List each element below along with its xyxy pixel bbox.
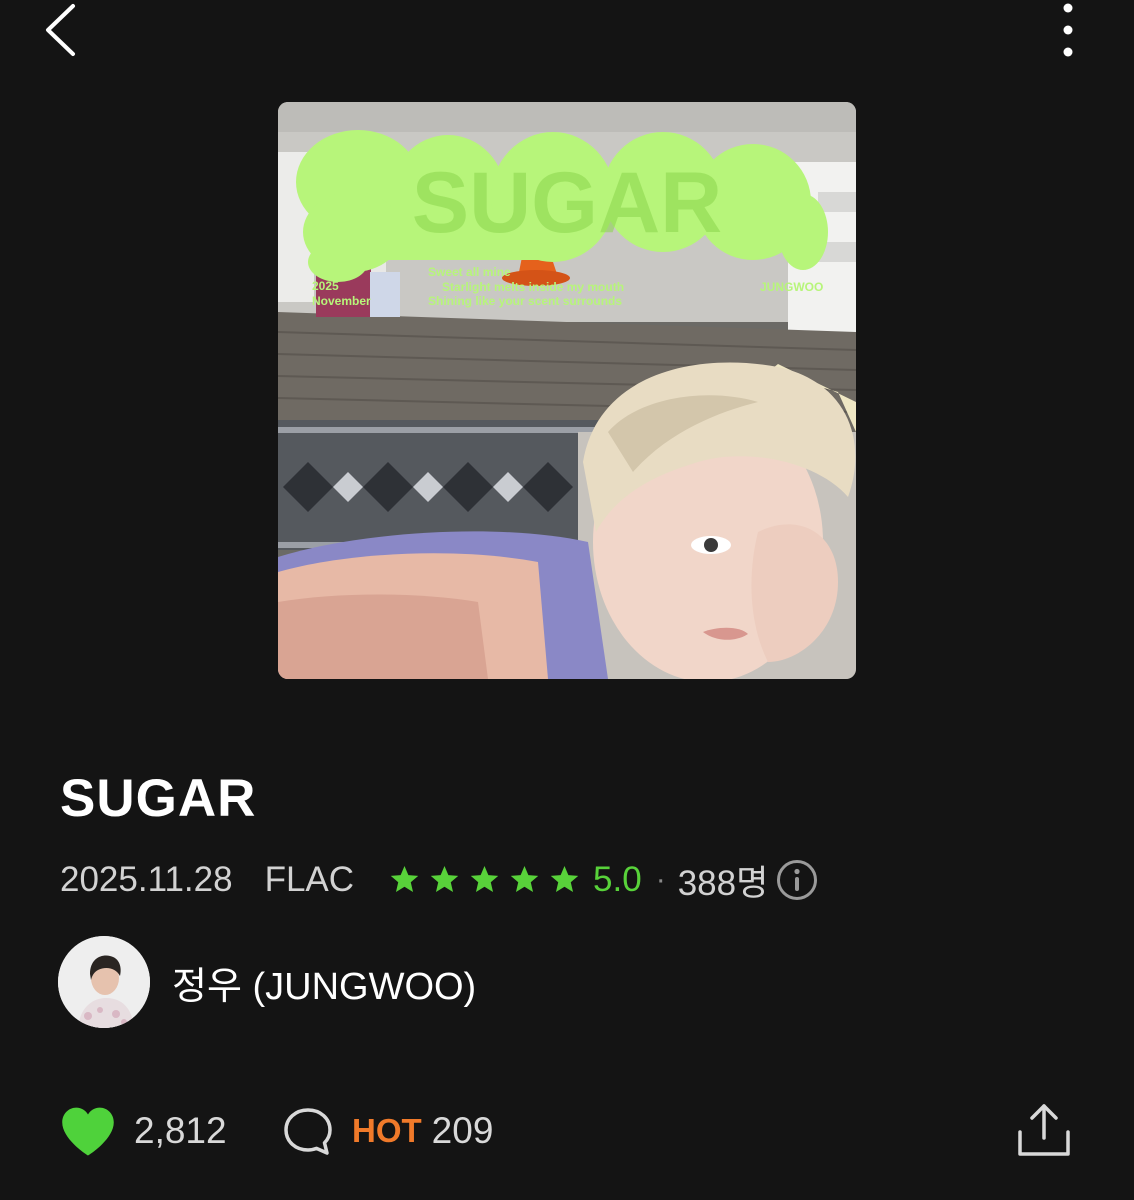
album-detail-page: SUGAR 2025 November Sweet all mine Starl… [0,0,1134,1200]
back-button[interactable] [36,0,96,62]
star-icon [430,866,459,892]
star-icon [550,866,579,892]
svg-text:Starlight melts inside my mout: Starlight melts inside my mouth [442,280,624,294]
info-icon[interactable] [776,859,818,901]
svg-text:Shining like your scent surrou: Shining like your scent surrounds [428,294,622,308]
star-icon [470,866,499,892]
more-options-button[interactable] [1046,0,1090,62]
separator-dot: · [655,863,666,896]
rating-value: 5.0 [593,860,642,899]
svg-text:2025: 2025 [312,279,339,293]
comments-button[interactable]: HOT 209 [282,1100,493,1162]
action-bar: 2,812 HOT 209 [58,1100,1078,1162]
album-cover-art: SUGAR 2025 November Sweet all mine Starl… [278,102,856,679]
hot-badge: HOT [352,1112,422,1149]
like-count: 2,812 [134,1110,227,1151]
more-vertical-icon [1063,3,1073,57]
svg-text:November: November [312,294,371,308]
song-title: SUGAR [60,769,257,828]
release-date: 2025.11.28 [60,860,233,899]
audio-format: FLAC [264,860,355,899]
artist-avatar [58,936,150,1028]
comment-count: 209 [431,1110,494,1151]
star-rating[interactable] [388,864,581,896]
share-icon [1018,1104,1070,1156]
rating-count: 388명 [677,863,769,903]
chevron-left-icon [46,4,75,56]
song-meta-row: 2025.11.28 FLAC 5.0 · 388명 [60,858,818,903]
star-icon [390,866,419,892]
comment-bubble-icon [284,1108,332,1155]
artist-name: 정우 (JUNGWOO) [172,965,477,1008]
heart-icon [62,1107,114,1156]
album-cover[interactable]: SUGAR 2025 November Sweet all mine Starl… [278,102,856,679]
artist-link[interactable]: 정우 (JUNGWOO) [58,936,476,1028]
like-button[interactable]: 2,812 [58,1100,227,1162]
svg-text:JUNGWOO: JUNGWOO [760,280,823,294]
cover-title-art: SUGAR [412,155,723,251]
svg-text:Sweet all mine: Sweet all mine [428,265,511,279]
star-icon [510,866,539,892]
share-button[interactable] [1016,1102,1072,1158]
